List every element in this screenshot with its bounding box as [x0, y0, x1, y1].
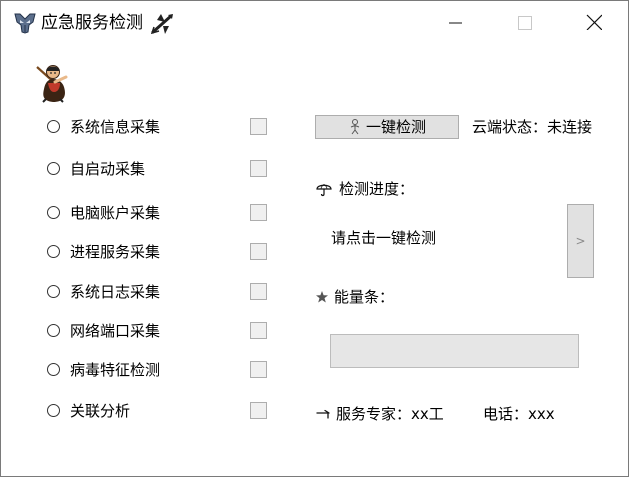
progress-status-text: 请点击一键检测: [331, 229, 437, 247]
umbrella-icon: [316, 184, 332, 197]
option-label-accounts: 电脑账户采集: [70, 204, 161, 222]
maximize-icon: [518, 16, 532, 30]
option-radio-network-ports[interactable]: [47, 324, 60, 337]
minimize-button[interactable]: [432, 1, 478, 45]
option-label-system-logs: 系统日志采集: [70, 283, 161, 301]
phone-text: 电话：xxx: [483, 405, 555, 423]
option-checkbox-virus-signatures[interactable]: [250, 361, 267, 378]
option-label-network-ports: 网络端口采集: [70, 322, 161, 340]
option-label-processes: 进程服务采集: [70, 243, 161, 261]
option-checkbox-system-info[interactable]: [250, 118, 267, 135]
close-icon: [586, 14, 602, 30]
energy-label: 能量条：: [334, 288, 395, 306]
option-label-system-info: 系统信息采集: [70, 118, 161, 136]
one-click-check-label: 一键检测: [365, 118, 426, 136]
option-checkbox-correlation[interactable]: [250, 402, 267, 419]
title-bar[interactable]: 应急服务检测: [1, 1, 628, 45]
option-label-virus-signatures: 病毒特征检测: [70, 361, 161, 379]
window-title: 应急服务检测: [41, 13, 143, 33]
option-radio-accounts[interactable]: [47, 206, 60, 219]
arrow-icon: [316, 409, 330, 419]
option-checkbox-system-logs[interactable]: [250, 283, 267, 300]
transformer-logo-icon: [14, 13, 36, 34]
energy-progress-bar: [330, 334, 579, 368]
star-icon: [316, 291, 328, 303]
airplane-icon: [151, 14, 173, 34]
one-click-check-button[interactable]: 一键检测: [315, 115, 459, 139]
maximize-button[interactable]: [501, 1, 547, 45]
option-label-correlation: 关联分析: [70, 402, 131, 420]
option-checkbox-network-ports[interactable]: [250, 322, 267, 339]
next-button[interactable]: >: [567, 204, 594, 278]
option-radio-system-logs[interactable]: [47, 285, 60, 298]
close-button[interactable]: [571, 1, 617, 45]
option-radio-processes[interactable]: [47, 245, 60, 258]
option-checkbox-autostart[interactable]: [250, 160, 267, 177]
option-label-autostart: 自启动采集: [70, 160, 146, 178]
option-radio-system-info[interactable]: [47, 120, 60, 133]
service-expert-text: 服务专家：xx工: [336, 405, 444, 423]
monk-mascot-image: [36, 65, 68, 103]
person-icon: [350, 119, 360, 135]
option-checkbox-accounts[interactable]: [250, 204, 267, 221]
option-radio-correlation[interactable]: [47, 404, 60, 417]
option-checkbox-processes[interactable]: [250, 243, 267, 260]
cloud-status-text: 云端状态：未连接: [472, 118, 593, 136]
option-radio-virus-signatures[interactable]: [47, 363, 60, 376]
app-window: 应急服务检测 系统信息采集 自启动采集 电脑账户采集 进程服务采集 系统日志采集…: [0, 0, 629, 477]
progress-label: 检测进度：: [339, 180, 415, 198]
minimize-icon: [449, 22, 462, 24]
option-radio-autostart[interactable]: [47, 162, 60, 175]
